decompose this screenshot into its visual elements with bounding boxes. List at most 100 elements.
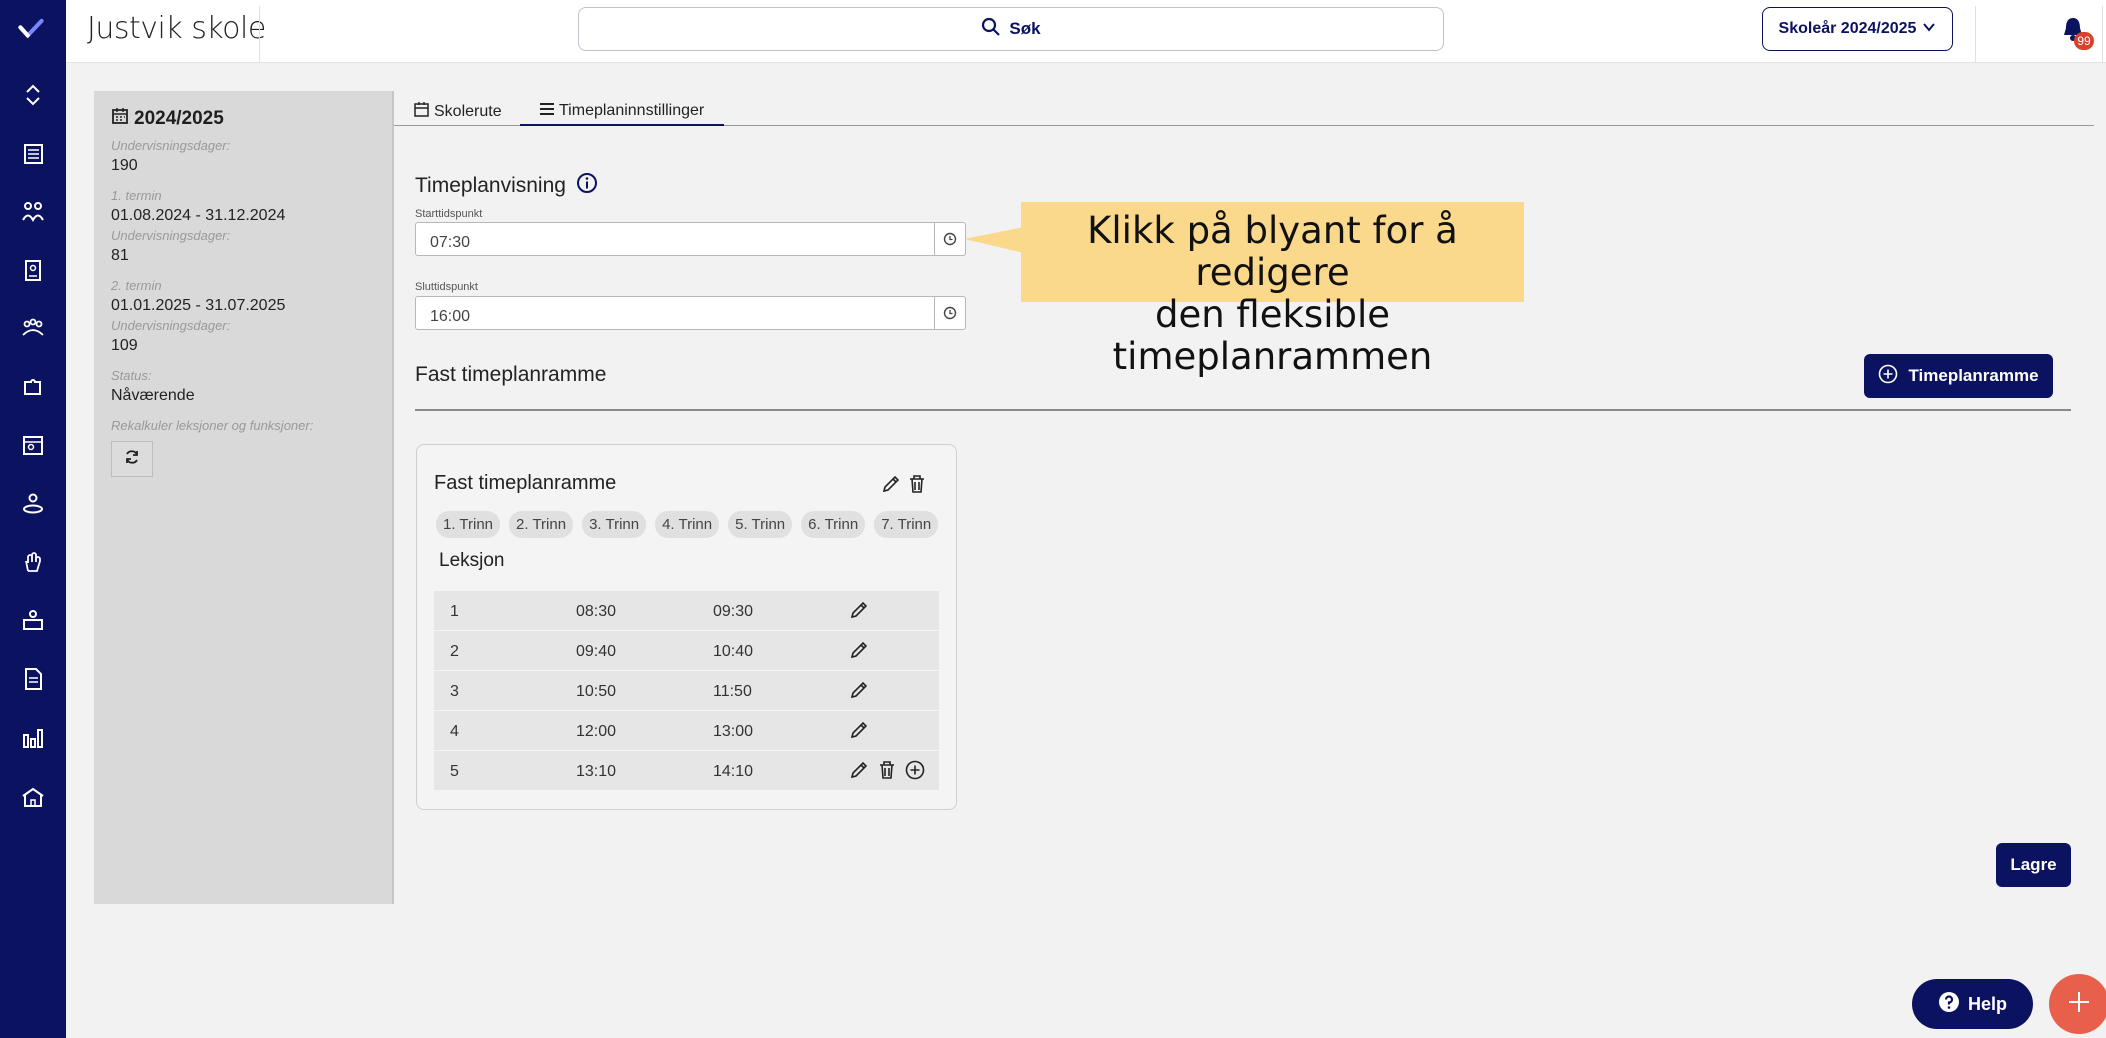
term2-days-label: Undervisningsdager: — [111, 318, 231, 333]
callout-arrow — [964, 227, 1024, 253]
grade-chip: 5. Trinn — [728, 511, 793, 538]
people-icon[interactable] — [20, 199, 46, 225]
term1-label: 1. termin — [111, 188, 162, 203]
lesson-end: 10:40 — [713, 643, 754, 660]
teaching-days-value: 190 — [111, 157, 138, 174]
lesson-number: 5 — [450, 763, 459, 780]
grade-chip: 1. Trinn — [436, 511, 501, 538]
app-logo[interactable] — [18, 16, 50, 44]
school-name: Justvik skole — [87, 11, 266, 46]
search-button[interactable]: Søk — [578, 7, 1444, 51]
term1-days-value: 81 — [111, 247, 129, 264]
lesson-start: 10:50 — [576, 683, 617, 700]
calendar-icon — [414, 102, 429, 122]
plus-circle-icon[interactable] — [904, 759, 926, 781]
pencil-icon[interactable] — [880, 473, 902, 495]
term1-range: 01.08.2024 - 31.12.2024 — [111, 207, 286, 224]
table-row: 1 08:30 09:30 — [434, 591, 939, 631]
table-row: 4 12:00 13:00 — [434, 711, 939, 751]
table-row: 3 10:50 11:50 — [434, 671, 939, 711]
end-time-field[interactable]: 16:00 — [415, 296, 966, 330]
lesson-start: 13:10 — [576, 763, 617, 780]
add-timeplanramme-button[interactable]: Timeplanramme — [1864, 354, 2053, 398]
lesson-start: 12:00 — [576, 723, 617, 740]
nav-rail — [0, 0, 66, 1038]
recalc-button[interactable] — [111, 441, 153, 477]
puzzle-icon[interactable] — [20, 374, 46, 400]
add-timeplanramme-label: Timeplanramme — [1908, 366, 2039, 385]
view-title-text: Timeplanvisning — [415, 174, 566, 197]
add-fab-button[interactable] — [2049, 974, 2106, 1034]
table-row: 2 09:40 10:40 — [434, 631, 939, 671]
chevron-down-icon — [1922, 20, 1936, 39]
school-year-dropdown[interactable]: Skoleår 2024/2025 — [1762, 7, 1953, 51]
school-icon[interactable] — [20, 784, 46, 810]
clock-icon[interactable] — [934, 297, 965, 329]
divider — [2102, 6, 2103, 62]
id-badge-icon[interactable] — [20, 257, 46, 283]
lessons-table: 1 08:30 09:30 2 09:40 10:40 3 10:50 11:5… — [434, 591, 939, 791]
pencil-icon[interactable] — [848, 759, 870, 781]
tab-timeplaninnstillinger-label: Timeplaninnstillinger — [559, 102, 705, 119]
lesson-end: 09:30 — [713, 603, 754, 620]
location-person-icon[interactable] — [20, 490, 46, 516]
view-section-title: Timeplanvisning — [415, 172, 598, 200]
term1-days-label: Undervisningsdager: — [111, 228, 231, 243]
list-icon — [540, 102, 554, 120]
end-time-label: Sluttidspunkt — [415, 281, 478, 293]
save-button[interactable]: Lagre — [1996, 843, 2071, 887]
recalc-label: Rekalkuler leksjoner og funksjoner: — [111, 418, 314, 433]
trash-icon[interactable] — [906, 473, 928, 495]
info-icon[interactable] — [576, 172, 598, 200]
pencil-icon[interactable] — [848, 639, 870, 661]
help-label: Help — [1967, 993, 2007, 1014]
card-title: Fast timeplanramme — [434, 472, 617, 494]
status-label: Status: — [111, 368, 152, 383]
start-time-field[interactable]: 07:30 — [415, 222, 966, 256]
bar-chart-icon[interactable] — [20, 725, 46, 751]
grade-chip: 7. Trinn — [874, 511, 939, 538]
school-year-info-panel: 2024/2025 Undervisningsdager: 190 1. ter… — [94, 91, 394, 904]
card-actions — [880, 473, 928, 495]
plus-circle-icon — [1878, 364, 1898, 389]
info-year: 2024/2025 — [111, 107, 392, 131]
refresh-icon — [124, 449, 140, 470]
search-icon — [981, 17, 1001, 42]
group-icon[interactable] — [20, 315, 46, 341]
clock-icon[interactable] — [934, 223, 965, 255]
help-button[interactable]: Help — [1912, 979, 2033, 1029]
notification-badge: 99 — [2074, 32, 2094, 50]
newspaper-icon[interactable] — [20, 141, 46, 167]
lesson-end: 13:00 — [713, 723, 754, 740]
lessons-title: Leksjon — [439, 550, 505, 571]
pencil-icon[interactable] — [848, 679, 870, 701]
pencil-icon[interactable] — [848, 599, 870, 621]
pencil-icon[interactable] — [848, 719, 870, 741]
desk-icon[interactable] — [20, 607, 46, 633]
hand-icon[interactable] — [20, 549, 46, 575]
settings-tabs: Skolerute Timeplaninnstillinger — [394, 91, 2094, 126]
lesson-end: 11:50 — [713, 683, 752, 700]
lesson-number: 4 — [450, 723, 459, 740]
lesson-number: 3 — [450, 683, 459, 700]
term2-days-value: 109 — [111, 337, 138, 354]
start-time-label: Starttidspunkt — [415, 208, 483, 220]
search-label: Søk — [1009, 19, 1041, 38]
callout-line-1: Klikk på blyant for å redigere — [1087, 209, 1458, 294]
expand-collapse-icon[interactable] — [20, 82, 46, 108]
term2-range: 01.01.2025 - 31.07.2025 — [111, 297, 286, 314]
document-icon[interactable] — [20, 666, 46, 692]
divider — [1975, 6, 1976, 62]
grade-chip: 4. Trinn — [655, 511, 720, 538]
tab-skolerute-label: Skolerute — [434, 103, 502, 120]
term2-label: 2. termin — [111, 278, 162, 293]
table-row: 5 13:10 14:10 — [434, 751, 939, 791]
lesson-start: 08:30 — [576, 603, 617, 620]
trash-icon[interactable] — [876, 759, 898, 781]
calendar-settings-icon[interactable] — [20, 432, 46, 458]
tab-timeplaninnstillinger[interactable]: Timeplaninnstillinger — [520, 98, 725, 126]
divider — [259, 6, 260, 62]
tab-skolerute[interactable]: Skolerute — [414, 98, 502, 126]
grade-chips: 1. Trinn 2. Trinn 3. Trinn 4. Trinn 5. T… — [436, 511, 939, 538]
section-divider — [415, 409, 2071, 411]
